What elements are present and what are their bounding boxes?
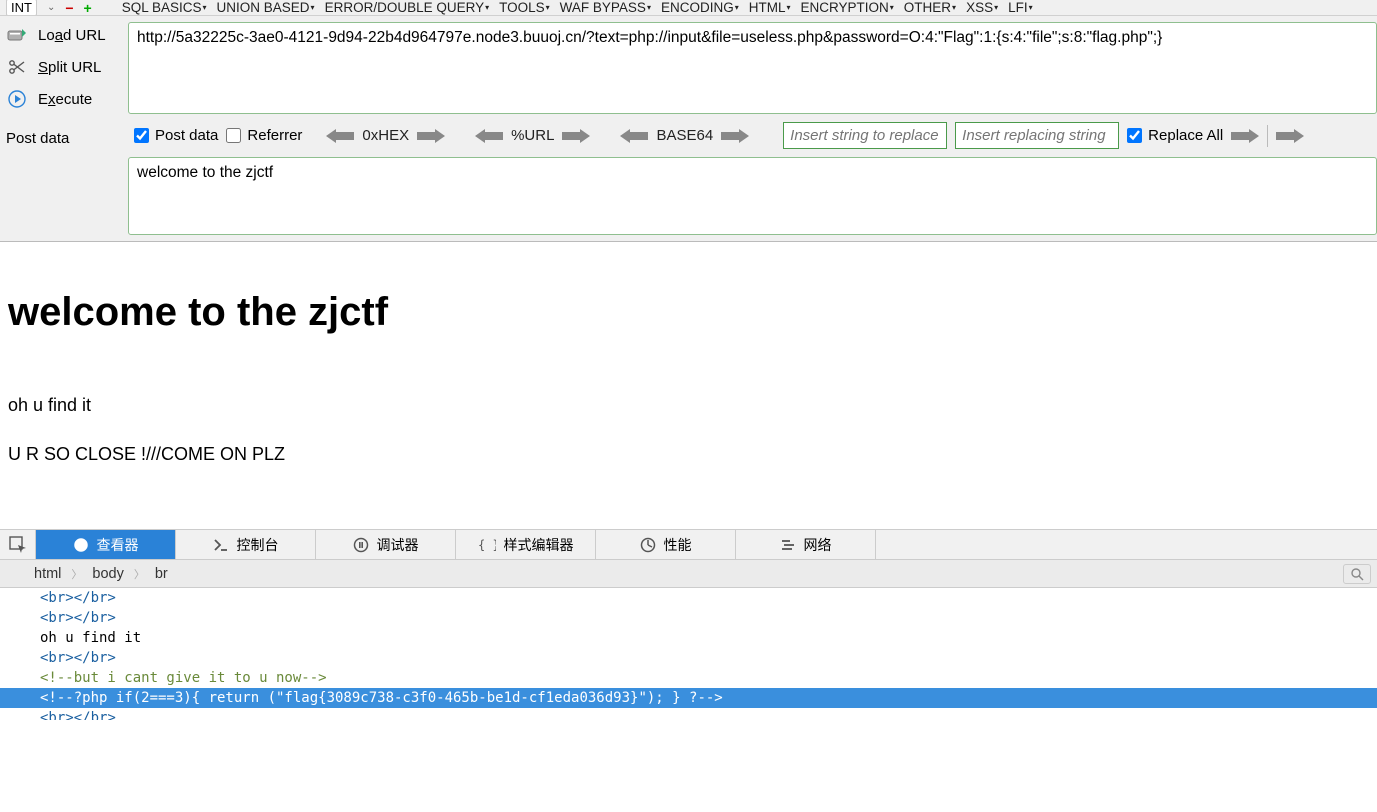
dom-text[interactable]: oh u find it xyxy=(40,628,1377,648)
load-url-button[interactable]: Load URL xyxy=(4,22,124,48)
breadcrumb-item[interactable]: body xyxy=(82,566,133,582)
int-dropdown[interactable]: INT xyxy=(6,0,37,16)
search-icon[interactable] xyxy=(1343,564,1371,584)
post-data-label: Post data xyxy=(4,126,124,151)
chevron-down-icon[interactable]: ⌄ xyxy=(47,2,55,13)
chevron-right-icon: 〉 xyxy=(134,566,145,582)
dom-node[interactable]: <br></br> xyxy=(40,588,1377,608)
dom-comment[interactable]: <!--but i cant give it to u now--> xyxy=(40,668,1377,688)
chevron-right-icon: 〉 xyxy=(71,566,82,582)
menu-union-based[interactable]: UNION BASED▾ xyxy=(217,0,315,15)
replace-from-input[interactable] xyxy=(783,122,947,149)
page-body: welcome to the zjctf oh u find it U R SO… xyxy=(0,242,1377,529)
hackbar-main: http://5a32225c-3ae0-4121-9d94-22b4d9647… xyxy=(128,16,1377,241)
breadcrumb-item[interactable]: html xyxy=(24,566,71,582)
dom-comment-selected[interactable]: <!--?php if(2===3){ return ("flag{3089c7… xyxy=(0,688,1377,708)
arrow-right-icon[interactable] xyxy=(1231,127,1259,145)
minus-icon[interactable]: − xyxy=(65,0,73,16)
hackbar-panel: Load URL Split URL Execute Post data htt… xyxy=(0,16,1377,242)
split-url-button[interactable]: Split URL xyxy=(4,54,124,80)
menu-other[interactable]: OTHER▾ xyxy=(904,0,956,15)
play-icon xyxy=(6,90,28,108)
breadcrumb: html 〉 body 〉 br xyxy=(0,560,1377,588)
referrer-checkbox[interactable]: Referrer xyxy=(226,127,302,144)
page-heading: welcome to the zjctf xyxy=(8,290,1369,335)
post-data-input[interactable]: welcome to the zjctf xyxy=(128,157,1377,235)
element-picker-button[interactable] xyxy=(0,530,36,559)
url-input[interactable]: http://5a32225c-3ae0-4121-9d94-22b4d9647… xyxy=(128,22,1377,114)
execute-button[interactable]: Execute xyxy=(4,86,124,112)
menu-xss[interactable]: XSS▾ xyxy=(966,0,998,15)
tab-debugger[interactable]: 调试器 xyxy=(316,530,456,559)
menu-waf-bypass[interactable]: WAF BYPASS▾ xyxy=(560,0,651,15)
options-row: Post data Referrer 0xHEX %URL BASE64 Rep… xyxy=(128,122,1377,149)
dom-tree[interactable]: <br></br> <br></br> oh u find it <br></b… xyxy=(0,588,1377,720)
tab-console[interactable]: 控制台 xyxy=(176,530,316,559)
page-text: U R SO CLOSE !///COME ON PLZ xyxy=(8,444,1369,465)
menu-lfi[interactable]: LFI▾ xyxy=(1008,0,1033,15)
top-menu-bar: INT ⌄ − + SQL BASICS▾ UNION BASED▾ ERROR… xyxy=(0,0,1377,16)
menu-error-double[interactable]: ERROR/DOUBLE QUERY▾ xyxy=(325,0,490,15)
tab-style-editor[interactable]: { } 样式编辑器 xyxy=(456,530,596,559)
arrow-right-icon[interactable] xyxy=(1276,127,1304,145)
load-url-icon xyxy=(6,26,28,44)
plus-icon[interactable]: + xyxy=(84,0,92,16)
arrow-left-icon[interactable] xyxy=(326,127,354,145)
devtools-tabs: 查看器 控制台 调试器 { } 样式编辑器 性能 网络 xyxy=(0,530,1377,560)
arrow-left-icon[interactable] xyxy=(475,127,503,145)
tab-performance[interactable]: 性能 xyxy=(596,530,736,559)
base64-button[interactable]: BASE64 xyxy=(656,127,713,144)
devtools-panel: 查看器 控制台 调试器 { } 样式编辑器 性能 网络 html 〉 body … xyxy=(0,529,1377,720)
tab-inspector[interactable]: 查看器 xyxy=(36,530,176,559)
arrow-left-icon[interactable] xyxy=(620,127,648,145)
tab-network[interactable]: 网络 xyxy=(736,530,876,559)
arrow-right-icon[interactable] xyxy=(417,127,445,145)
replace-all-checkbox[interactable]: Replace All xyxy=(1127,127,1223,144)
arrow-right-icon[interactable] xyxy=(721,127,749,145)
divider xyxy=(1267,125,1268,147)
breadcrumb-item[interactable]: br xyxy=(145,566,178,582)
hackbar-sidebar: Load URL Split URL Execute Post data xyxy=(0,16,128,241)
replace-to-input[interactable] xyxy=(955,122,1119,149)
svg-text:{ }: { } xyxy=(478,538,496,552)
arrow-right-icon[interactable] xyxy=(562,127,590,145)
menu-encryption[interactable]: ENCRYPTION▾ xyxy=(801,0,894,15)
menu-html[interactable]: HTML▾ xyxy=(749,0,791,15)
dom-node[interactable]: <br></br> xyxy=(40,708,1377,720)
post-data-checkbox[interactable]: Post data xyxy=(134,127,218,144)
dom-node[interactable]: <br></br> xyxy=(40,648,1377,668)
menu-tools[interactable]: TOOLS▾ xyxy=(499,0,550,15)
menu-sql-basics[interactable]: SQL BASICS▾ xyxy=(122,0,207,15)
urlencode-button[interactable]: %URL xyxy=(511,127,554,144)
scissors-icon xyxy=(6,58,28,76)
page-text: oh u find it xyxy=(8,395,1369,416)
hex-button[interactable]: 0xHEX xyxy=(362,127,409,144)
dom-node[interactable]: <br></br> xyxy=(40,608,1377,628)
menu-encoding[interactable]: ENCODING▾ xyxy=(661,0,739,15)
